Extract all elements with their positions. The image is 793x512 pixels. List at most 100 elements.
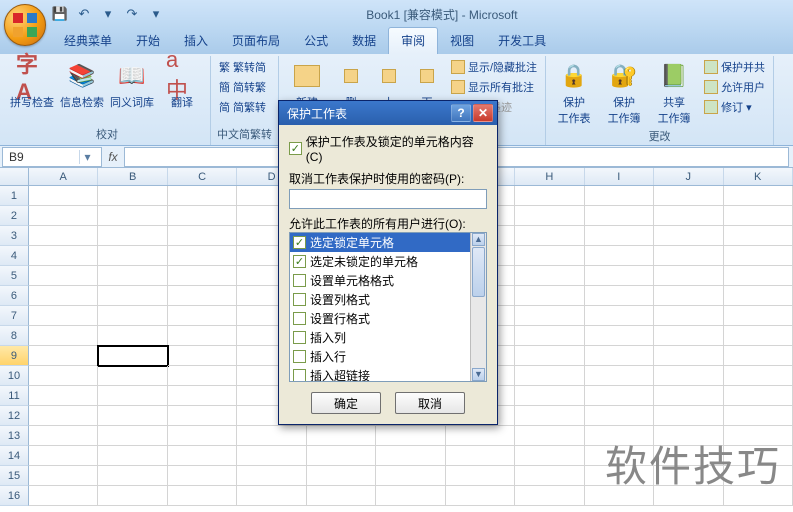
thesaurus-button[interactable]: 📖同义词库 [110, 58, 154, 110]
cell[interactable] [515, 426, 584, 446]
research-button[interactable]: 📚信息检索 [60, 58, 104, 110]
tab-classic[interactable]: 经典菜单 [52, 28, 124, 54]
listbox-scrollbar[interactable]: ▲ ▼ [470, 233, 486, 381]
cell[interactable] [515, 306, 584, 326]
cell[interactable] [168, 446, 237, 466]
cell[interactable] [98, 386, 167, 406]
row-header[interactable]: 14 [0, 446, 29, 466]
cell[interactable] [654, 266, 723, 286]
cell[interactable] [168, 426, 237, 446]
cell[interactable] [168, 486, 237, 506]
dialog-help-button[interactable]: ? [451, 104, 471, 122]
cell[interactable] [98, 306, 167, 326]
cell[interactable] [585, 406, 654, 426]
permission-item[interactable]: 插入超链接 [290, 366, 486, 382]
cell[interactable] [307, 426, 376, 446]
cell[interactable] [237, 486, 306, 506]
save-icon[interactable]: 💾 [52, 6, 68, 22]
cell[interactable] [515, 446, 584, 466]
cell[interactable] [98, 226, 167, 246]
column-header[interactable]: B [98, 168, 167, 185]
cell[interactable] [237, 466, 306, 486]
cell[interactable] [585, 426, 654, 446]
cell[interactable] [724, 426, 793, 446]
cell[interactable] [376, 466, 445, 486]
cell[interactable] [29, 266, 98, 286]
cell[interactable] [585, 226, 654, 246]
cell[interactable] [724, 206, 793, 226]
cell[interactable] [654, 406, 723, 426]
scconv-button[interactable]: 简 简繁转 [217, 98, 268, 116]
cell[interactable] [585, 206, 654, 226]
cell[interactable] [654, 246, 723, 266]
cell[interactable] [515, 286, 584, 306]
permission-item[interactable]: 设置行格式 [290, 309, 486, 328]
row-header[interactable]: 9 [0, 346, 29, 366]
cell[interactable] [724, 366, 793, 386]
cell[interactable] [724, 226, 793, 246]
column-header[interactable]: I [585, 168, 654, 185]
permission-checkbox[interactable] [293, 331, 306, 344]
cell[interactable] [307, 466, 376, 486]
sc2tc-button[interactable]: 繁 繁转简 [217, 58, 268, 76]
cell[interactable] [654, 386, 723, 406]
row-header[interactable]: 6 [0, 286, 29, 306]
permission-checkbox[interactable] [293, 350, 306, 363]
cell[interactable] [585, 306, 654, 326]
cell[interactable] [515, 266, 584, 286]
tab-review[interactable]: 审阅 [388, 27, 438, 54]
spellcheck-button[interactable]: 字A拼写检查 [10, 58, 54, 110]
permission-item[interactable]: ✓选定未锁定的单元格 [290, 252, 486, 271]
tab-layout[interactable]: 页面布局 [220, 28, 292, 54]
share-workbook-button[interactable]: 📗共享 工作簿 [652, 58, 696, 126]
cell[interactable] [98, 426, 167, 446]
row-header[interactable]: 11 [0, 386, 29, 406]
cell[interactable] [29, 186, 98, 206]
protect-workbook-button[interactable]: 🔐保护 工作簿 [602, 58, 646, 126]
row-header[interactable]: 2 [0, 206, 29, 226]
cell[interactable] [654, 306, 723, 326]
cancel-button[interactable]: 取消 [395, 392, 465, 414]
cell[interactable] [98, 486, 167, 506]
cell[interactable] [29, 206, 98, 226]
select-all-corner[interactable] [0, 168, 29, 185]
permission-checkbox[interactable] [293, 274, 306, 287]
cell[interactable] [515, 246, 584, 266]
scroll-up-icon[interactable]: ▲ [472, 233, 485, 246]
tc2sc-button[interactable]: 簡 简转繁 [217, 78, 268, 96]
tab-dev[interactable]: 开发工具 [486, 28, 558, 54]
row-header[interactable]: 4 [0, 246, 29, 266]
permission-checkbox[interactable]: ✓ [293, 236, 306, 249]
row-header[interactable]: 5 [0, 266, 29, 286]
name-box-dropdown-icon[interactable]: ▾ [79, 150, 95, 164]
showall-comment-button[interactable]: 显示所有批注 [449, 78, 539, 96]
cell[interactable] [724, 486, 793, 506]
cell[interactable] [654, 486, 723, 506]
allow-edit-button[interactable]: 允许用户 [702, 78, 767, 96]
ok-button[interactable]: 确定 [311, 392, 381, 414]
cell[interactable] [654, 366, 723, 386]
row-header[interactable]: 13 [0, 426, 29, 446]
cell[interactable] [168, 286, 237, 306]
cell[interactable] [98, 186, 167, 206]
cell[interactable] [585, 246, 654, 266]
cell[interactable] [724, 246, 793, 266]
tab-formula[interactable]: 公式 [292, 28, 340, 54]
row-header[interactable]: 3 [0, 226, 29, 246]
cell[interactable] [585, 186, 654, 206]
cell[interactable] [654, 286, 723, 306]
cell[interactable] [376, 446, 445, 466]
tab-home[interactable]: 开始 [124, 28, 172, 54]
cell[interactable] [29, 386, 98, 406]
cell[interactable] [376, 486, 445, 506]
cell[interactable] [29, 246, 98, 266]
row-header[interactable]: 15 [0, 466, 29, 486]
cell[interactable] [168, 406, 237, 426]
cell[interactable] [168, 386, 237, 406]
cell[interactable] [724, 346, 793, 366]
cell[interactable] [724, 466, 793, 486]
row-header[interactable]: 10 [0, 366, 29, 386]
cell[interactable] [724, 326, 793, 346]
cell[interactable] [654, 186, 723, 206]
cell[interactable] [446, 486, 515, 506]
